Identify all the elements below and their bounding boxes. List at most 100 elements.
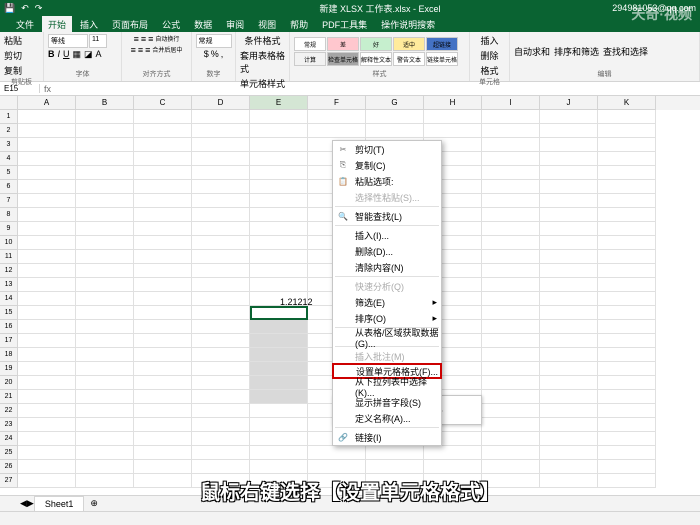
cell[interactable] — [540, 376, 598, 390]
cell[interactable] — [482, 446, 540, 460]
cell[interactable] — [192, 236, 250, 250]
cell[interactable] — [598, 110, 656, 124]
row-header[interactable]: 21 — [0, 390, 18, 404]
cell[interactable] — [192, 180, 250, 194]
style-cell[interactable]: 差 — [327, 37, 359, 51]
font-name-select[interactable]: 等线 — [48, 34, 88, 48]
cell[interactable] — [76, 222, 134, 236]
row-header[interactable]: 1 — [0, 110, 18, 124]
cell[interactable] — [482, 404, 540, 418]
row-header[interactable]: 14 — [0, 292, 18, 306]
cell[interactable] — [76, 180, 134, 194]
cell[interactable] — [482, 334, 540, 348]
cell[interactable] — [540, 306, 598, 320]
cell[interactable] — [540, 460, 598, 474]
cell[interactable] — [482, 110, 540, 124]
cell[interactable] — [134, 250, 192, 264]
cell[interactable] — [18, 418, 76, 432]
cell[interactable] — [76, 292, 134, 306]
cell[interactable] — [134, 404, 192, 418]
cell[interactable] — [598, 208, 656, 222]
cell[interactable] — [76, 306, 134, 320]
ribbon-tab[interactable]: 审阅 — [220, 16, 250, 33]
cell[interactable] — [250, 418, 308, 432]
context-menu-item[interactable]: 筛选(E)▸ — [333, 294, 441, 310]
cell[interactable] — [18, 306, 76, 320]
underline-button[interactable]: U — [63, 49, 70, 60]
cell[interactable] — [192, 418, 250, 432]
copy-button[interactable]: 复制 — [4, 66, 22, 76]
cell[interactable] — [540, 152, 598, 166]
cell[interactable] — [192, 250, 250, 264]
cell[interactable] — [134, 390, 192, 404]
column-header[interactable]: H — [424, 96, 482, 110]
cell[interactable] — [18, 292, 76, 306]
row-header[interactable]: 5 — [0, 166, 18, 180]
cell[interactable] — [76, 404, 134, 418]
cell[interactable] — [540, 292, 598, 306]
cell[interactable] — [192, 124, 250, 138]
cell[interactable] — [598, 124, 656, 138]
cell[interactable] — [134, 418, 192, 432]
row-header[interactable]: 18 — [0, 348, 18, 362]
cell[interactable] — [18, 138, 76, 152]
cond-format-button[interactable]: 条件格式 — [244, 34, 280, 47]
cell[interactable] — [192, 446, 250, 460]
cell[interactable] — [540, 278, 598, 292]
column-header[interactable]: I — [482, 96, 540, 110]
cell[interactable] — [482, 264, 540, 278]
cell[interactable] — [18, 404, 76, 418]
cell[interactable] — [192, 432, 250, 446]
cell[interactable] — [598, 446, 656, 460]
row-header[interactable]: 4 — [0, 152, 18, 166]
row-header[interactable]: 13 — [0, 278, 18, 292]
style-cell[interactable]: 链接单元格 — [426, 52, 458, 66]
undo-icon[interactable]: ↶ — [21, 3, 29, 14]
context-menu-item[interactable]: ⎘复制(C) — [333, 157, 441, 173]
cell[interactable] — [424, 460, 482, 474]
cell[interactable] — [134, 264, 192, 278]
redo-icon[interactable]: ↷ — [35, 3, 43, 14]
cell[interactable] — [192, 334, 250, 348]
cell[interactable] — [598, 222, 656, 236]
cell[interactable] — [134, 194, 192, 208]
currency-icon[interactable]: $ — [204, 49, 209, 59]
cell[interactable] — [598, 264, 656, 278]
cell[interactable] — [482, 138, 540, 152]
cell[interactable] — [482, 222, 540, 236]
row-header[interactable]: 20 — [0, 376, 18, 390]
cell[interactable] — [308, 124, 366, 138]
table-format-button[interactable]: 套用表格格式 — [240, 49, 285, 75]
context-menu-item[interactable]: 显示拼音字段(S) — [333, 394, 441, 410]
cell[interactable] — [482, 208, 540, 222]
cell[interactable] — [250, 222, 308, 236]
cell[interactable] — [76, 166, 134, 180]
cell[interactable] — [134, 320, 192, 334]
cell[interactable] — [18, 110, 76, 124]
cell[interactable] — [250, 390, 308, 404]
row-header[interactable]: 23 — [0, 418, 18, 432]
cell[interactable] — [192, 320, 250, 334]
cell[interactable] — [76, 432, 134, 446]
cell[interactable] — [18, 222, 76, 236]
cell[interactable] — [250, 404, 308, 418]
cell[interactable] — [598, 138, 656, 152]
cell[interactable] — [482, 460, 540, 474]
cell[interactable] — [192, 208, 250, 222]
cell[interactable] — [482, 362, 540, 376]
cell[interactable] — [250, 180, 308, 194]
ribbon-tab[interactable]: 帮助 — [284, 16, 314, 33]
cell[interactable] — [424, 446, 482, 460]
cell[interactable] — [540, 166, 598, 180]
cell[interactable] — [540, 390, 598, 404]
ribbon-tab[interactable]: 插入 — [74, 16, 104, 33]
cell[interactable] — [366, 446, 424, 460]
autosum-button[interactable]: 自动求和 — [514, 45, 550, 58]
context-menu-item[interactable]: 从表格/区域获取数据(G)... — [333, 329, 441, 345]
cell[interactable] — [192, 348, 250, 362]
cell[interactable] — [192, 194, 250, 208]
cell[interactable] — [76, 320, 134, 334]
cell[interactable] — [598, 236, 656, 250]
cell[interactable] — [134, 348, 192, 362]
cell[interactable] — [482, 166, 540, 180]
